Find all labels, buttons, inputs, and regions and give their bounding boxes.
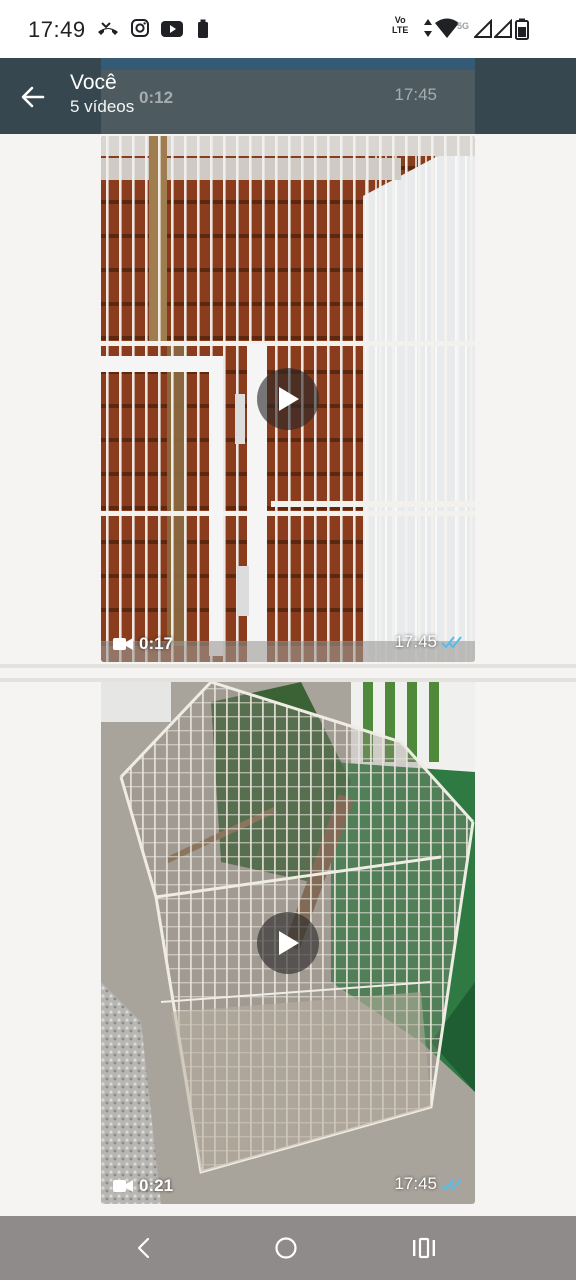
app-bar: 0:12 17:45 Você 5 vídeos: [0, 58, 576, 134]
message-time: 17:45: [394, 632, 463, 652]
youtube-icon: [161, 21, 183, 37]
double-check-icon: [441, 1178, 462, 1191]
media-list[interactable]: 0:17 17:45 0:21 17:45: [0, 134, 576, 1216]
back-button[interactable]: [16, 80, 50, 114]
arrow-back-icon: [21, 86, 45, 108]
recents-icon: [413, 1237, 435, 1259]
nav-home-button[interactable]: [270, 1232, 302, 1264]
double-check-icon: [441, 636, 462, 649]
message-time: 17:45: [394, 1174, 463, 1194]
videocam-icon: [113, 1180, 133, 1192]
video-thumbnail[interactable]: 0:17 17:45: [101, 136, 475, 662]
signal-icon: [474, 19, 492, 38]
chat-subtitle: 5 vídeos: [70, 97, 135, 116]
missed-call-icon: [98, 22, 118, 35]
chat-title: Você: [70, 71, 117, 94]
partial-video-duration: 0:12: [139, 88, 174, 107]
system-nav-bar: [0, 1216, 576, 1280]
play-icon: [279, 931, 299, 955]
network-5g-label: 5G: [457, 21, 470, 31]
partial-video-card[interactable]: 0:12 17:45: [101, 58, 475, 134]
battery-icon: [515, 18, 529, 40]
list-divider: [0, 664, 576, 668]
chevron-left-icon: [137, 1237, 150, 1259]
instagram-icon: [131, 19, 149, 37]
status-time: 17:49: [28, 17, 86, 42]
nav-back-button[interactable]: [128, 1232, 160, 1264]
play-button[interactable]: [257, 368, 319, 430]
data-arrows-icon: [424, 19, 432, 37]
chat-title-block[interactable]: Você 5 vídeos: [70, 70, 134, 118]
video-duration: 0:21: [113, 1176, 173, 1196]
battery-saver-icon: [198, 19, 208, 38]
play-button[interactable]: [257, 912, 319, 974]
signal-icon: [494, 19, 512, 38]
status-bar: 17:49 Vo LTE 5G: [0, 0, 576, 58]
play-icon: [279, 387, 299, 411]
home-circle-icon: [275, 1237, 297, 1259]
partial-video-time: 17:45: [394, 85, 437, 104]
nav-recents-button[interactable]: [408, 1232, 440, 1264]
videocam-icon: [113, 638, 133, 650]
video-duration: 0:17: [113, 634, 173, 654]
volte-indicator: Vo LTE: [392, 15, 409, 35]
video-thumbnail[interactable]: 0:21 17:45: [101, 682, 475, 1204]
